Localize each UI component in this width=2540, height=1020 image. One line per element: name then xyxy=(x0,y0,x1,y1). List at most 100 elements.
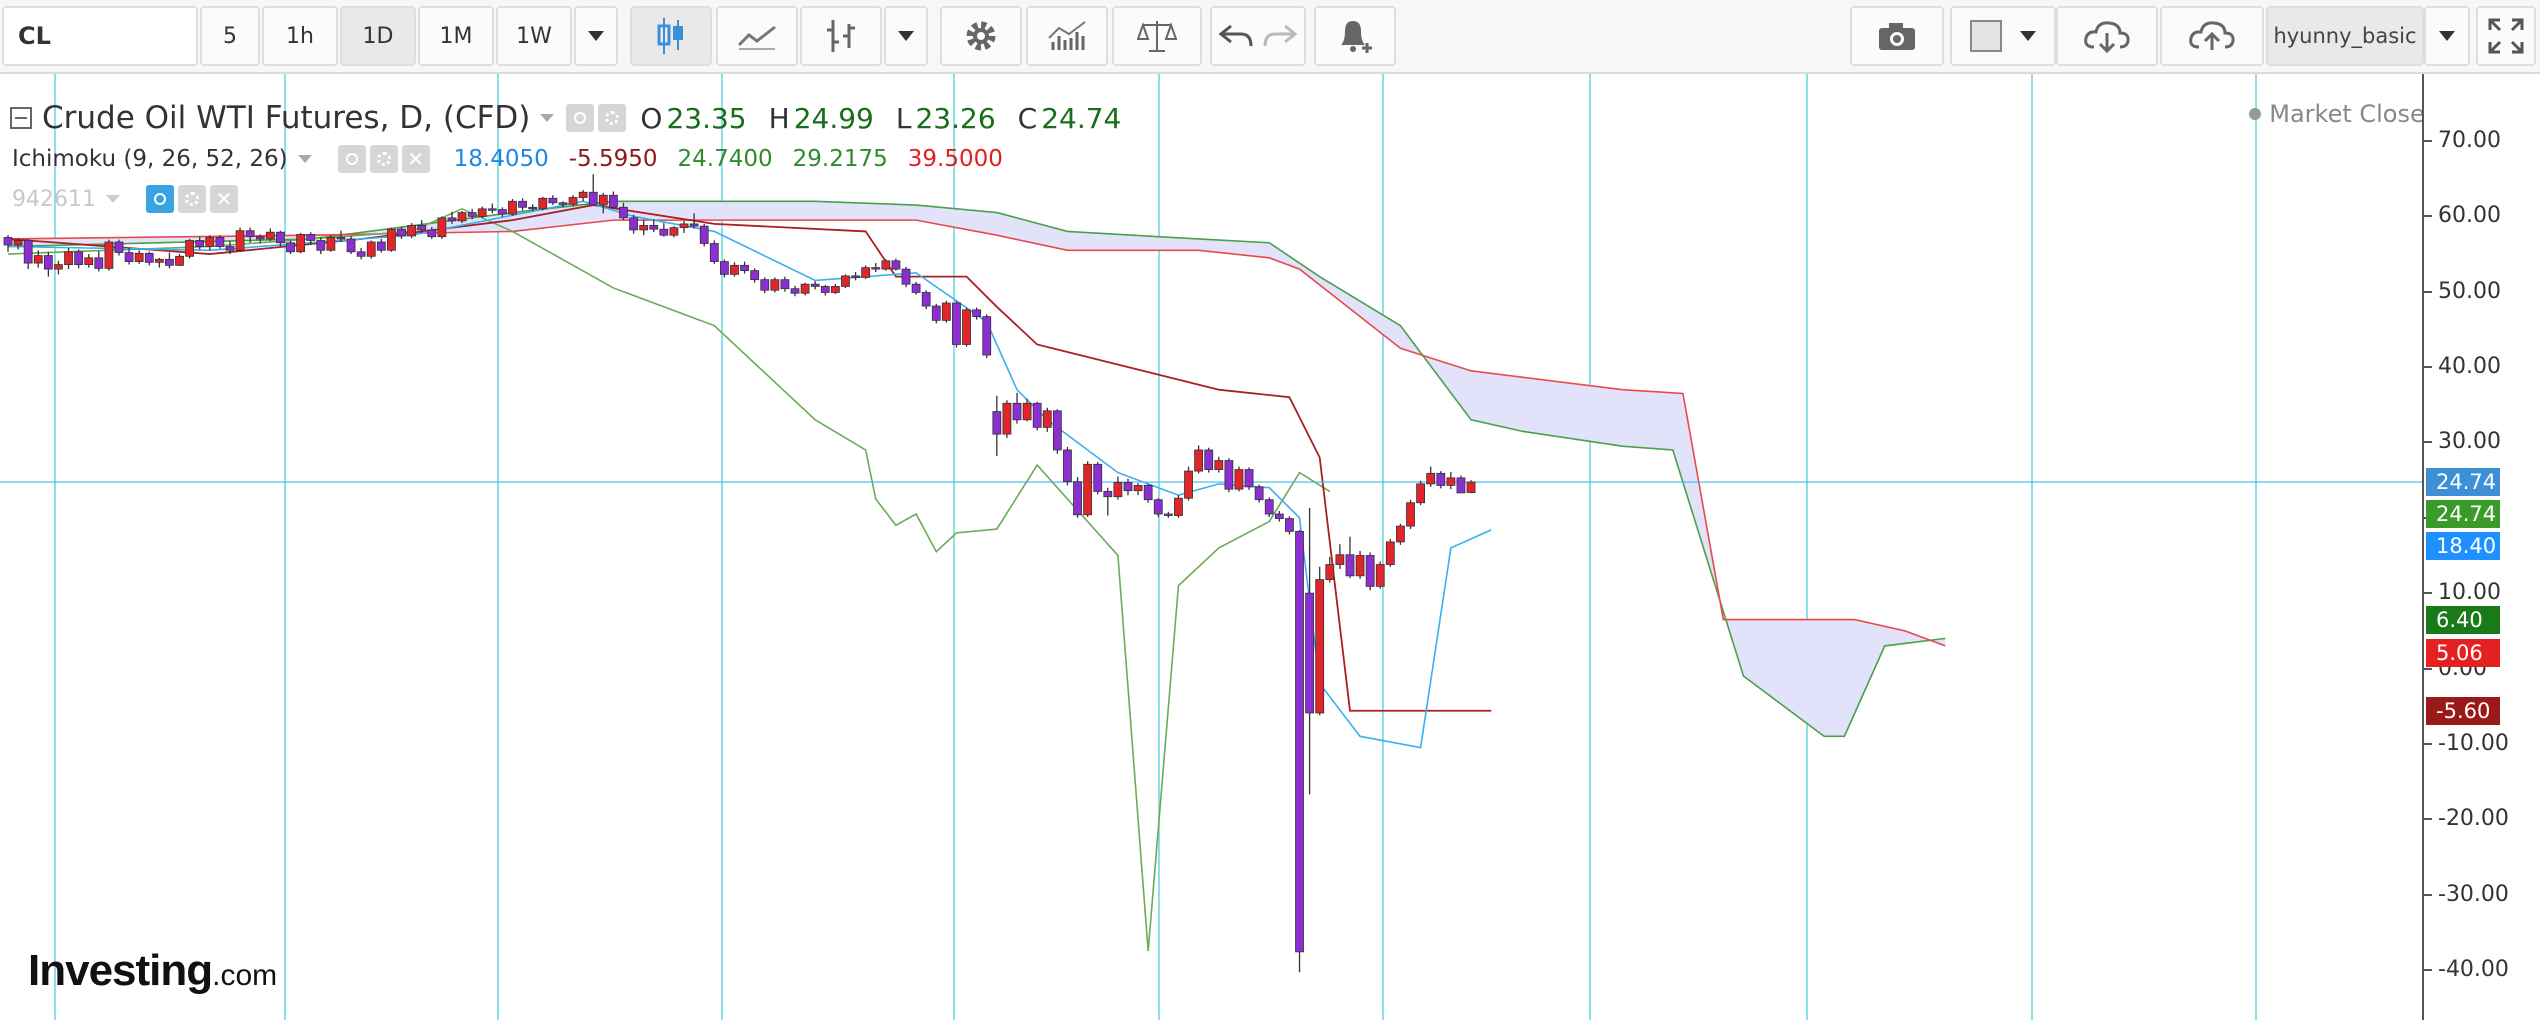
candle-body xyxy=(1385,541,1395,565)
compare-button[interactable] xyxy=(1112,6,1202,66)
candle-body xyxy=(437,217,447,238)
tenkan-sen-line xyxy=(7,200,1492,749)
candle-body xyxy=(1305,592,1315,714)
candle-body xyxy=(33,255,43,264)
candle-body xyxy=(316,240,326,251)
candle-body xyxy=(205,237,215,247)
chart-type-dropdown-button[interactable] xyxy=(884,6,928,66)
candle-body xyxy=(427,229,437,238)
hidden-study-title: 942611 xyxy=(12,186,96,212)
candles-chart-button[interactable] xyxy=(630,6,712,66)
ohlc-high-label: H xyxy=(768,101,790,135)
series-visibility-icon[interactable] xyxy=(566,104,595,132)
candle-body xyxy=(528,206,538,210)
candle-body xyxy=(659,228,669,236)
candle-body xyxy=(477,208,487,217)
load-layout-button[interactable] xyxy=(2056,6,2158,66)
candle-body xyxy=(568,197,578,205)
hidden-study-settings-icon[interactable] xyxy=(177,185,206,213)
candle-body xyxy=(124,252,134,262)
fullscreen-icon xyxy=(2488,18,2524,54)
chevron-down-icon xyxy=(2439,31,2455,41)
candle-body xyxy=(578,191,588,198)
candle-body xyxy=(1345,554,1355,577)
candle-body xyxy=(265,231,275,240)
ichimoku-title: Ichimoku (9, 26, 52, 26) xyxy=(12,146,288,172)
candle-body xyxy=(43,255,53,270)
candle-body xyxy=(23,240,33,264)
candle-body xyxy=(679,223,689,229)
candle-body xyxy=(94,257,104,269)
candle-body xyxy=(64,251,73,265)
snapshot-button[interactable] xyxy=(1850,6,1944,66)
candle-body xyxy=(13,240,23,246)
ohlc-close-value: 24.74 xyxy=(1041,101,1122,135)
interval-1h-button[interactable]: 1h xyxy=(262,6,338,66)
line-chart-button[interactable] xyxy=(716,6,798,66)
ichimoku-menu-caret-icon[interactable] xyxy=(297,155,312,163)
candle-body xyxy=(548,197,558,204)
candle-body xyxy=(639,225,649,231)
ichimoku-settings-icon[interactable] xyxy=(369,145,398,173)
interval-1d-button[interactable]: 1D xyxy=(340,6,416,66)
chart-color-button[interactable] xyxy=(1950,6,2056,66)
price-marker-label: 24.74 xyxy=(2426,500,2500,529)
ichimoku-remove-icon[interactable]: ✕ xyxy=(401,145,430,173)
interval-1w-button[interactable]: 1W xyxy=(496,6,572,66)
price-chart-canvas[interactable] xyxy=(0,74,2422,1020)
bars-chart-button[interactable] xyxy=(800,6,882,66)
settings-button[interactable] xyxy=(940,6,1022,66)
interval-dropdown-button[interactable] xyxy=(574,6,618,66)
save-layout-button[interactable] xyxy=(2160,6,2264,66)
series-settings-icon[interactable] xyxy=(598,104,627,132)
candle-body xyxy=(911,283,921,293)
candle-body xyxy=(1244,469,1254,488)
candle-body xyxy=(1143,484,1153,501)
hidden-study-caret-icon[interactable] xyxy=(105,195,120,203)
candle-body xyxy=(154,258,164,263)
gear-icon xyxy=(966,21,996,51)
interval-5-button[interactable]: 5 xyxy=(200,6,260,66)
candle-body xyxy=(1406,502,1415,527)
candle-body xyxy=(1254,486,1264,501)
symbol-input[interactable]: CL xyxy=(2,6,198,66)
candle-body xyxy=(598,194,608,206)
candle-body xyxy=(376,241,386,251)
username-button[interactable]: hyunny_basic xyxy=(2266,6,2424,66)
candle-body xyxy=(588,191,598,206)
ichimoku-value-chikou: -5.5950 xyxy=(568,146,658,172)
candle-body xyxy=(104,241,114,269)
interval-1m-button[interactable]: 1M xyxy=(418,6,494,66)
user-menu-dropdown-button[interactable] xyxy=(2424,6,2470,66)
fullscreen-button[interactable] xyxy=(2476,6,2536,66)
hidden-study-visibility-icon[interactable] xyxy=(145,185,174,213)
candle-body xyxy=(1426,472,1436,485)
candle-body xyxy=(1325,564,1335,580)
price-scale[interactable]: 70.0060.0050.0040.0030.0020.0010.000.00-… xyxy=(2422,74,2540,1020)
undo-redo-group xyxy=(1210,6,1306,66)
ichimoku-visibility-icon[interactable] xyxy=(337,145,366,173)
price-marker-label: 6.40 xyxy=(2426,606,2500,635)
series-menu-caret-icon[interactable] xyxy=(540,114,555,122)
bars-icon xyxy=(827,20,855,52)
ichimoku-value-kijun: 39.5000 xyxy=(907,146,1003,172)
collapse-legend-icon[interactable] xyxy=(10,107,32,129)
candle-body xyxy=(629,217,638,231)
candle-body xyxy=(1123,481,1133,492)
hidden-study-remove-icon[interactable]: ✕ xyxy=(209,185,238,213)
candle-body xyxy=(1365,555,1375,587)
candle-body xyxy=(336,237,346,240)
create-alert-button[interactable] xyxy=(1314,6,1396,66)
candle-body xyxy=(1093,463,1103,492)
candle-body xyxy=(165,258,174,266)
price-marker-label: 18.40 xyxy=(2426,532,2500,561)
undo-icon[interactable] xyxy=(1219,22,1253,50)
candle-body xyxy=(1396,525,1405,543)
candle-body xyxy=(1285,518,1294,532)
redo-icon[interactable] xyxy=(1263,22,1297,50)
candle-body xyxy=(1063,449,1072,483)
candle-body xyxy=(286,242,295,253)
indicators-button[interactable] xyxy=(1026,6,1108,66)
candles-icon xyxy=(657,18,683,54)
candle-body xyxy=(134,252,144,262)
